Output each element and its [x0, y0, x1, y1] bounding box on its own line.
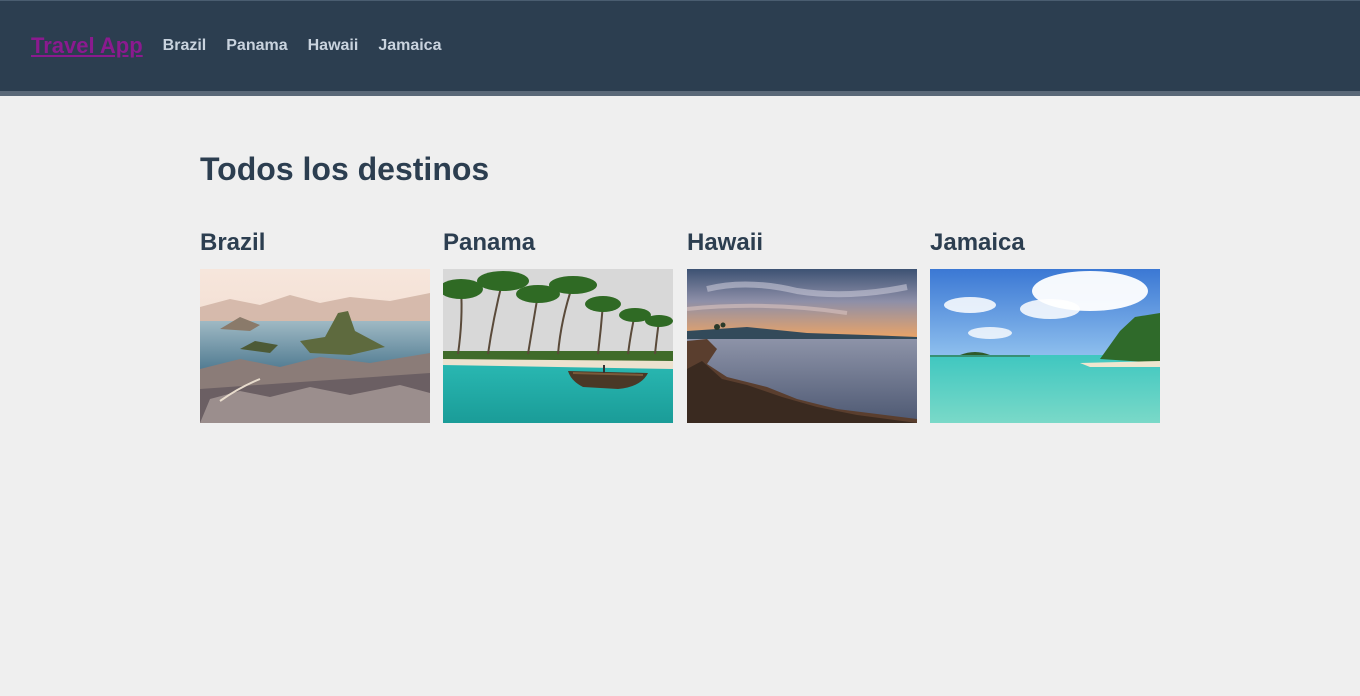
page-title: Todos los destinos — [200, 151, 490, 187]
destination-title: Panama — [443, 229, 536, 256]
destination-image-jamaica[interactable] — [930, 269, 1160, 423]
destination-card-hawaii[interactable]: Hawaii — [687, 229, 917, 423]
nav-link-hawaii[interactable]: Hawaii — [308, 37, 359, 55]
destination-card-brazil[interactable]: Brazil — [200, 229, 430, 423]
brand-link[interactable]: Travel App — [31, 33, 143, 59]
destination-card-panama[interactable]: Panama — [443, 229, 673, 423]
destination-title: Hawaii — [687, 229, 764, 256]
nav-link-panama[interactable]: Panama — [226, 37, 287, 55]
destinations-list: Brazil Panama Hawaii Jamaica — [200, 229, 1160, 449]
destination-title: Jamaica — [930, 229, 1025, 256]
nav-link-jamaica[interactable]: Jamaica — [378, 37, 441, 55]
destination-card-jamaica[interactable]: Jamaica — [930, 229, 1160, 423]
destination-image-panama[interactable] — [443, 269, 673, 423]
nav-link-brazil[interactable]: Brazil — [163, 37, 207, 55]
destination-title: Brazil — [200, 229, 266, 256]
destination-image-hawaii[interactable] — [687, 269, 917, 423]
top-navbar: Travel App Brazil Panama Hawaii Jamaica — [0, 0, 1360, 96]
main-content: Todos los destinos Brazil Panama Hawaii … — [200, 96, 1160, 449]
destination-image-brazil[interactable] — [200, 269, 430, 423]
